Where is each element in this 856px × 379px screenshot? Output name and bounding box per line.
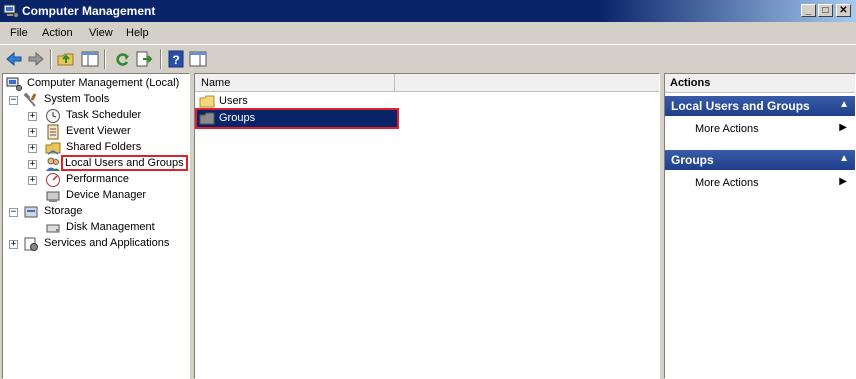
refresh-icon[interactable] (112, 49, 132, 69)
close-button[interactable]: ✕ (836, 4, 851, 17)
tree-label: Disk Management (66, 221, 155, 233)
shared-folder-icon (45, 142, 61, 155)
tree-label: Shared Folders (66, 141, 142, 153)
results-list[interactable]: Name Users Groups (194, 73, 660, 379)
section-title: Groups (671, 153, 714, 167)
expand-icon[interactable]: + (9, 240, 18, 249)
toolbar: ? (0, 44, 856, 73)
menu-file[interactable]: File (10, 27, 28, 39)
users-icon (46, 157, 60, 171)
show-hide-tree-icon[interactable] (80, 49, 100, 69)
list-item-groups[interactable]: Groups (195, 108, 399, 129)
maximize-button[interactable]: □ (818, 4, 833, 17)
tree-label: Event Viewer (66, 125, 131, 137)
tree-item-services-apps[interactable]: + Services and Applications (9, 236, 179, 252)
expand-icon[interactable]: + (28, 176, 37, 185)
svg-text:?: ? (172, 53, 179, 67)
tree-item-device-manager[interactable]: Device Manager (28, 188, 178, 204)
tree-item-system-tools[interactable]: − System Tools (9, 92, 179, 108)
tree-item-event-viewer[interactable]: + Event Viewer (28, 124, 178, 140)
tree-label: Performance (66, 173, 129, 185)
forward-icon[interactable] (26, 49, 46, 69)
section-title: Local Users and Groups (671, 99, 810, 113)
event-viewer-icon (47, 124, 59, 140)
submenu-arrow-icon: ▶ (839, 176, 847, 187)
tree-item-task-scheduler[interactable]: + Task Scheduler (28, 108, 178, 124)
tree-item-shared-folders[interactable]: + Shared Folders (28, 140, 178, 156)
list-item-users[interactable]: Users (197, 93, 397, 110)
list-item-label: Groups (219, 112, 256, 124)
tree-item-local-users-groups[interactable]: + Local Users and Groups (28, 155, 188, 172)
more-actions-label: More Actions (695, 177, 759, 189)
device-manager-icon (46, 191, 60, 202)
column-header-empty (395, 74, 659, 92)
tree-label: Storage (44, 205, 83, 217)
collapse-icon[interactable]: − (9, 208, 18, 217)
menu-bar: File Action View Help (0, 22, 856, 44)
more-actions-label: More Actions (695, 123, 759, 135)
expand-icon[interactable]: + (28, 144, 37, 153)
actions-section-groups[interactable]: Groups ▲ (665, 150, 855, 170)
services-icon (24, 237, 38, 251)
computer-management-icon (3, 4, 19, 18)
expand-icon[interactable]: + (28, 128, 37, 137)
tree-item-root[interactable]: Computer Management (Local) (6, 76, 186, 92)
title-bar[interactable]: Computer Management _ □ ✕ (0, 0, 856, 22)
collapse-up-icon[interactable]: ▲ (839, 153, 849, 164)
window-title: Computer Management (22, 4, 156, 18)
tree-item-disk-management[interactable]: Disk Management (28, 220, 178, 236)
export-list-icon[interactable] (134, 49, 154, 69)
tree-item-performance[interactable]: + Performance (28, 172, 178, 188)
menu-action[interactable]: Action (42, 27, 73, 39)
menu-help[interactable]: Help (126, 27, 149, 39)
folder-icon (199, 95, 215, 108)
toolbar-separator (160, 49, 162, 69)
column-header-label: Name (201, 77, 231, 89)
expand-icon[interactable]: + (28, 112, 37, 121)
help-icon[interactable]: ? (166, 49, 186, 69)
tree-label: Services and Applications (44, 237, 170, 249)
back-icon[interactable] (4, 49, 24, 69)
performance-icon (46, 173, 60, 187)
tree-item-storage[interactable]: − Storage (9, 204, 179, 220)
actions-header-label: Actions (670, 77, 711, 89)
system-tools-icon (23, 92, 37, 107)
console-tree[interactable]: Computer Management (Local) − System Too… (2, 73, 190, 379)
computer-management-icon (6, 77, 22, 91)
tree-label: Task Scheduler (66, 109, 142, 121)
minimize-button[interactable]: _ (801, 4, 816, 17)
folder-icon (199, 112, 215, 125)
submenu-arrow-icon: ▶ (839, 122, 847, 133)
collapse-up-icon[interactable]: ▲ (839, 99, 849, 110)
expand-icon[interactable]: + (28, 160, 37, 169)
column-header-name[interactable]: Name (195, 74, 395, 92)
tree-label: Local Users and Groups (61, 155, 188, 171)
menu-view[interactable]: View (89, 27, 113, 39)
tree-label: Device Manager (66, 189, 147, 201)
more-actions-item[interactable]: More Actions ▶ (665, 120, 855, 138)
show-hide-action-pane-icon[interactable] (188, 49, 208, 69)
list-item-label: Users (219, 95, 248, 107)
actions-section-local-users-groups[interactable]: Local Users and Groups ▲ (665, 96, 855, 116)
actions-header: Actions (665, 74, 855, 93)
collapse-icon[interactable]: − (9, 96, 18, 105)
up-folder-icon[interactable] (56, 49, 76, 69)
clock-icon (46, 109, 60, 123)
more-actions-item[interactable]: More Actions ▶ (665, 174, 855, 192)
storage-icon (24, 206, 38, 218)
toolbar-separator (50, 49, 52, 69)
tree-label: Computer Management (Local) (27, 77, 180, 89)
actions-pane: Actions Local Users and Groups ▲ More Ac… (664, 73, 856, 379)
toolbar-separator (104, 49, 106, 69)
tree-label: System Tools (44, 93, 110, 105)
disk-icon (46, 224, 60, 233)
